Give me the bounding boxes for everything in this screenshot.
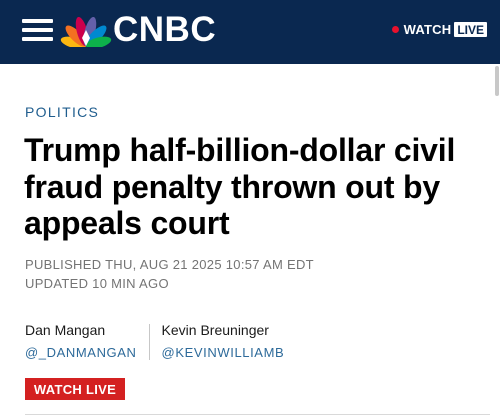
live-dot-icon xyxy=(391,25,399,33)
author-twitter-handle-link[interactable]: @_DANMANGAN xyxy=(25,345,137,361)
author-card: Dan Mangan @_DANMANGAN xyxy=(25,322,149,362)
article-headline: Trump half-billion-dollar civil fraud pe… xyxy=(24,132,456,241)
author-name-link[interactable]: Kevin Breuninger xyxy=(162,322,285,339)
watch-live-button[interactable]: WATCH LIVE xyxy=(25,378,125,400)
author-twitter-handle-link[interactable]: @KEVINWILLIAMB xyxy=(162,345,285,361)
live-badge: LIVE xyxy=(454,21,487,37)
section-link-politics[interactable]: POLITICS xyxy=(25,104,99,120)
watch-live-header-link[interactable]: WATCH LIVE xyxy=(391,20,487,38)
watch-label: WATCH xyxy=(403,21,452,37)
scrollbar-thumb[interactable] xyxy=(495,66,499,96)
author-name-link[interactable]: Dan Mangan xyxy=(25,322,137,339)
author-byline: Dan Mangan @_DANMANGAN Kevin Breuninger … xyxy=(25,322,284,362)
updated-timestamp: UPDATED 10 MIN AGO xyxy=(25,276,169,291)
published-timestamp: PUBLISHED THU, AUG 21 2025 10:57 AM EDT xyxy=(25,257,314,272)
hamburger-menu-icon[interactable] xyxy=(22,19,53,42)
cnbc-logo-text[interactable]: CNBC xyxy=(113,11,216,49)
section-divider xyxy=(25,414,490,415)
author-card: Kevin Breuninger @KEVINWILLIAMB xyxy=(150,322,285,362)
page: CNBC WATCH LIVE POLITICS Trump half-bill… xyxy=(0,0,500,418)
site-header: CNBC WATCH LIVE xyxy=(0,0,500,64)
nbc-peacock-icon[interactable] xyxy=(60,13,112,47)
